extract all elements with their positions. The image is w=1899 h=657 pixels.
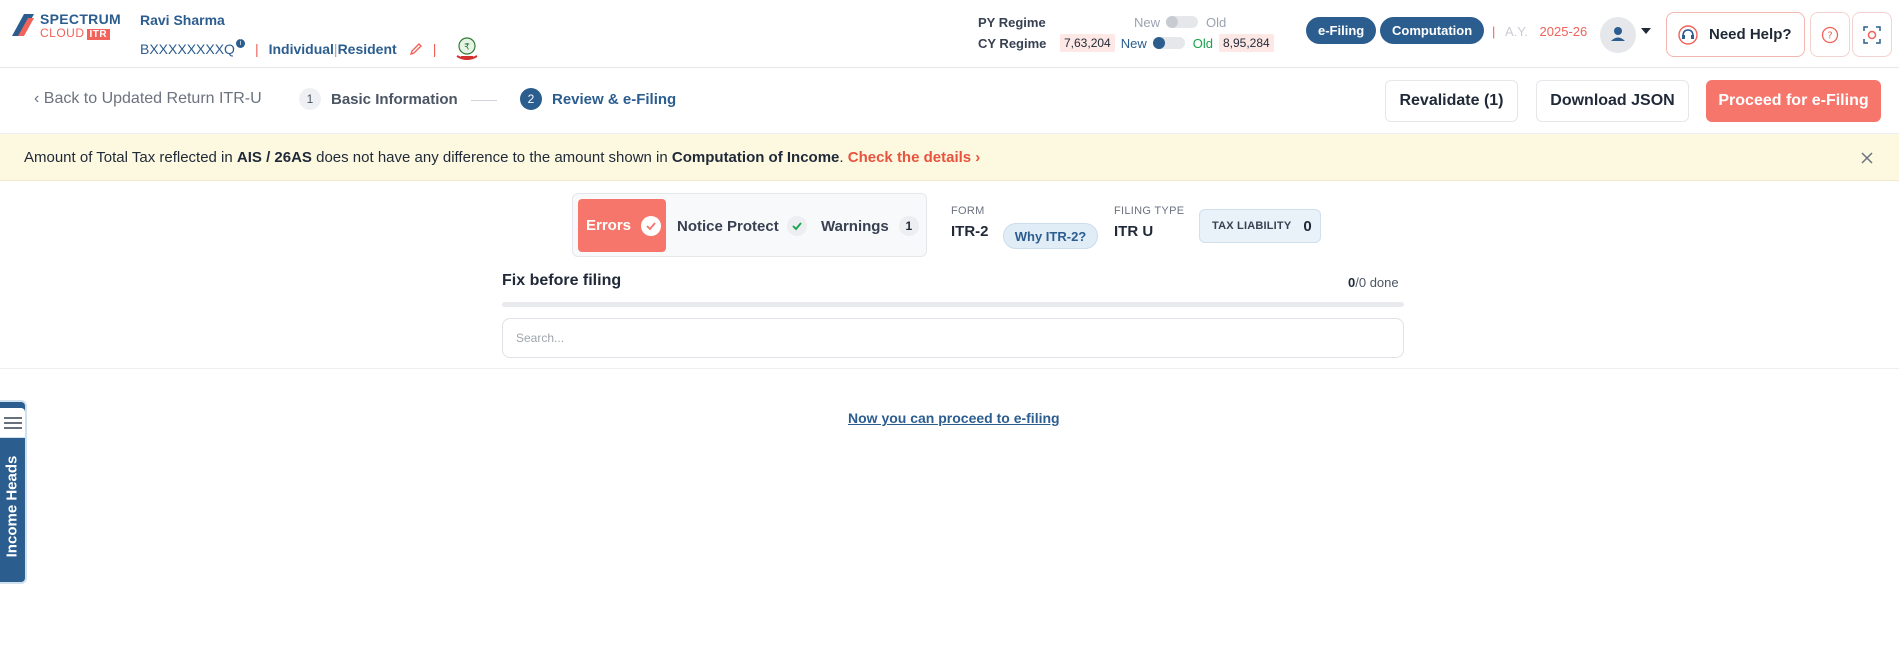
proceed-efiling-button[interactable]: Proceed for e-Filing [1706,80,1881,122]
step-connector [471,100,497,101]
user-pan: BXXXXXXXXQ [140,41,235,57]
question-circle-icon: ? [1821,26,1839,43]
logo-mark-icon [12,14,34,36]
tab-errors[interactable]: Errors [578,199,666,252]
warnings-count-badge: 1 [898,216,919,236]
tax-liability-box: TAX LIABILITY 0 [1199,209,1321,243]
help-question-button[interactable]: ? [1810,12,1850,57]
assessment-year: | A.Y. 2025-26 [1492,24,1588,39]
back-to-updated-return-link[interactable]: ‹ Back to Updated Return ITR-U [34,90,262,108]
user-icon [1611,27,1625,41]
banner-bold-computation: Computation of Income [671,149,840,166]
why-itr2-button[interactable]: Why ITR-2? [1003,223,1098,249]
filing-type-info: FILING TYPE ITR U [1114,205,1184,240]
tab-errors-label: Errors [586,217,632,234]
banner-bold-ais: AIS / 26AS [236,149,312,166]
efiling-button[interactable]: e-Filing [1306,17,1377,44]
cy-new-amount: 7,63,204 [1060,34,1115,52]
income-heads-side-tab[interactable]: Income Heads [0,400,27,584]
banner-text: Amount of Total Tax reflected in [24,149,237,166]
banner-message: Amount of Total Tax reflected in AIS / 2… [24,149,980,166]
banner-text: . [839,149,848,166]
search-input[interactable] [502,318,1404,358]
step-basic-information[interactable]: 1 Basic Information [299,88,458,110]
screenshot-icon [1863,25,1881,44]
cy-old-option[interactable]: Old [1193,36,1213,51]
step-label: Review & e-Filing [552,90,677,108]
tax-info-banner: Amount of Total Tax reflected in AIS / 2… [0,134,1899,181]
edit-pencil-icon[interactable] [409,42,423,56]
banner-text: does not have any difference to the amou… [311,149,672,166]
check-icon [786,216,807,236]
tab-notice-protect-label: Notice Protect [677,217,779,235]
tab-warnings-label: Warnings [821,217,889,235]
tab-notice-protect[interactable]: Notice Protect [677,216,807,236]
py-regime-label: PY Regime [978,14,1046,30]
py-regime-toggle[interactable] [1166,16,1199,28]
user-name: Ravi Sharma [140,12,225,28]
divider [0,368,1899,369]
check-details-link[interactable]: Check the details › [848,149,981,166]
fix-progress-bar [502,302,1404,307]
chevron-down-icon[interactable] [1641,28,1651,34]
fix-before-filing-title: Fix before filing [502,272,622,289]
cy-regime-toggle[interactable] [1152,37,1185,49]
computation-button[interactable]: Computation [1380,17,1485,44]
separator: | [432,41,437,57]
fix-total-suffix: /0 done [1355,275,1399,290]
income-heads-label: Income Heads [3,455,21,558]
regime-panel: PY Regime New Old CY Regime 7,63,204 New… [978,12,1274,53]
tab-warnings[interactable]: Warnings 1 [821,216,919,236]
step-number: 1 [299,88,321,110]
close-icon[interactable] [1859,150,1875,166]
fix-progress-count: 0/0 done [1348,275,1399,290]
user-category: Individual [268,41,334,57]
step-bar: ‹ Back to Updated Return ITR-U 1 Basic I… [0,68,1899,134]
logo-line2: CLOUD [40,26,85,40]
user-avatar[interactable] [1600,17,1636,53]
ay-label: A.Y. [1505,24,1528,39]
tax-liability-label: TAX LIABILITY [1212,220,1292,232]
svg-text:?: ? [1827,30,1832,41]
form-label: FORM [951,205,985,217]
revalidate-button[interactable]: Revalidate (1) [1385,80,1518,122]
check-icon [641,215,662,236]
cy-regime-label: CY Regime [978,35,1047,51]
hamburger-menu-icon[interactable] [0,408,25,438]
need-help-label: Need Help? [1709,26,1792,43]
support-headset-icon [1678,24,1698,45]
logo-badge: ITR [86,29,111,40]
proceed-efiling-link[interactable]: Now you can proceed to e-filing [848,410,1060,426]
ay-value[interactable]: 2025-26 [1540,24,1588,39]
cy-old-amount: 8,95,284 [1218,34,1274,52]
tax-liability-value: 0 [1303,217,1312,235]
step-review-efiling[interactable]: 2 Review & e-Filing [520,88,676,110]
separator: | [254,41,259,57]
svg-text:₹: ₹ [464,43,470,53]
logo-line1: SPECTRUM [40,11,121,27]
spectrum-logo[interactable]: SPECTRUM CLOUD ITR [10,12,121,40]
step-label: Basic Information [331,90,458,108]
cy-new-option[interactable]: New [1121,36,1147,51]
screen-capture-button[interactable] [1852,12,1892,57]
user-residency: Resident [337,41,397,57]
form-info: FORM ITR-2 [951,205,989,240]
py-new-option[interactable]: New [1134,15,1160,30]
user-block: Ravi Sharma BXXXXXXXXQ i | Individual | Re… [140,12,482,64]
py-old-option[interactable]: Old [1206,15,1226,30]
download-json-button[interactable]: Download JSON [1536,80,1689,122]
filing-type-value: ITR U [1114,223,1154,240]
top-header: SPECTRUM CLOUD ITR Ravi Sharma BXXXXXXXXQ… [0,0,1899,68]
info-icon[interactable]: i [235,38,245,48]
validation-tabs: Errors Notice Protect Warnings 1 [572,193,927,257]
need-help-button[interactable]: Need Help? [1666,12,1805,57]
income-tax-emblem-icon[interactable]: ₹ [452,34,482,64]
step-number: 2 [520,88,542,110]
filing-type-label: FILING TYPE [1114,205,1185,217]
form-value: ITR-2 [951,223,989,240]
